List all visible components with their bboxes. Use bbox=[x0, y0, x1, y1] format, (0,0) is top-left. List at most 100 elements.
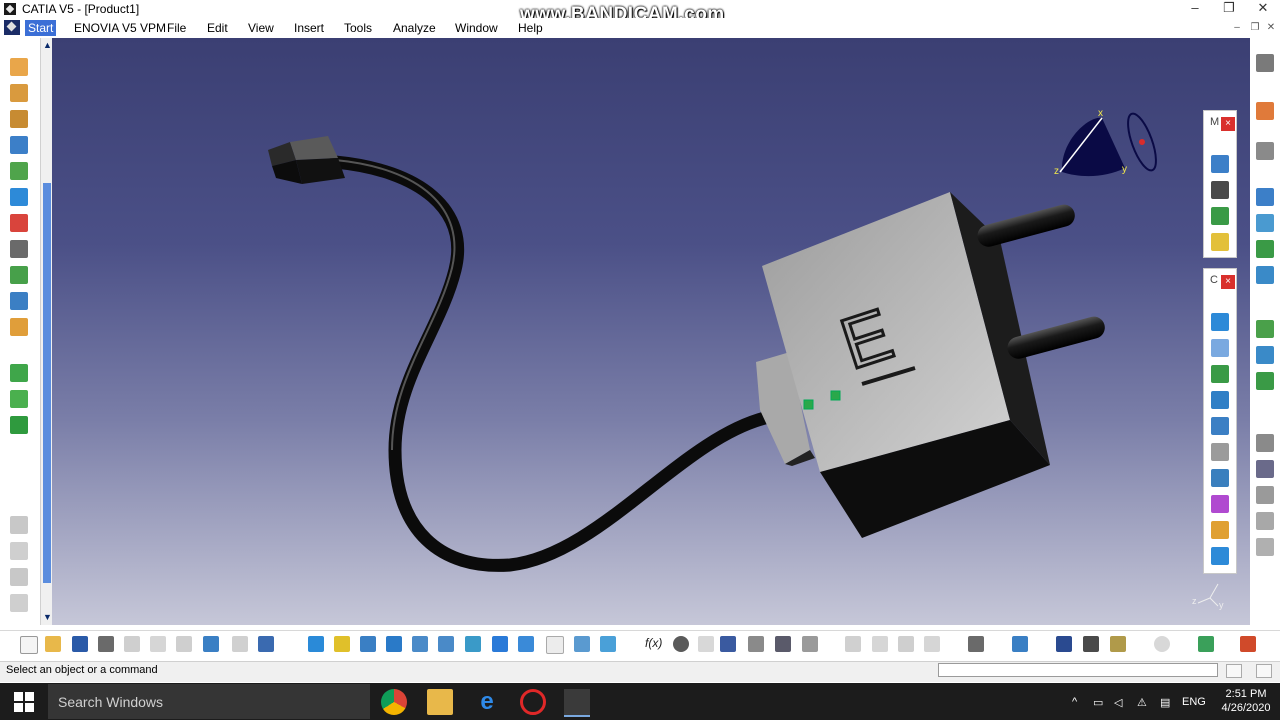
selective-load-icon[interactable] bbox=[10, 240, 28, 258]
minimize-button[interactable]: – bbox=[1180, 0, 1210, 18]
command-history-button[interactable] bbox=[1256, 664, 1272, 678]
scenes-icon[interactable] bbox=[1256, 538, 1274, 556]
hide-show-icon[interactable] bbox=[574, 636, 590, 652]
contact-constraint-icon[interactable] bbox=[10, 542, 28, 560]
update-gear-icon[interactable] bbox=[1256, 142, 1274, 160]
catalog-icon[interactable] bbox=[845, 636, 861, 652]
doc-close-button[interactable]: ✕ bbox=[1264, 22, 1278, 34]
menu-start[interactable]: Start bbox=[25, 20, 57, 36]
menu-edit[interactable]: Edit bbox=[204, 20, 231, 36]
assembly-gear-icon[interactable] bbox=[10, 58, 28, 76]
camera-icon[interactable] bbox=[968, 636, 984, 652]
swap-visible-space-icon[interactable] bbox=[600, 636, 616, 652]
redo-icon[interactable] bbox=[232, 636, 248, 652]
explode-icon[interactable] bbox=[10, 416, 28, 434]
new-component-icon[interactable] bbox=[10, 84, 28, 102]
menu-view[interactable]: View bbox=[245, 20, 277, 36]
smart-move-icon[interactable] bbox=[1211, 207, 1229, 225]
panel-move-close-button[interactable]: × bbox=[1221, 117, 1235, 131]
coincidence-constraint-icon[interactable] bbox=[10, 516, 28, 534]
menu-tools[interactable]: Tools bbox=[341, 20, 375, 36]
copy-icon[interactable] bbox=[150, 636, 166, 652]
chrome-icon[interactable] bbox=[381, 689, 407, 715]
angle-icon[interactable] bbox=[1211, 391, 1229, 409]
snap-move-icon[interactable] bbox=[1211, 181, 1229, 199]
macro-icon[interactable] bbox=[775, 636, 791, 652]
fast-multi-instantiation-icon[interactable] bbox=[10, 318, 28, 336]
scroll-up-icon[interactable]: ▲ bbox=[43, 40, 52, 50]
flag-note-icon[interactable] bbox=[1256, 486, 1274, 504]
zoom-in-icon[interactable] bbox=[412, 636, 428, 652]
tray-battery-icon[interactable]: ▭ bbox=[1093, 696, 1103, 709]
replace-component-icon[interactable] bbox=[10, 162, 28, 180]
select-arrow-icon[interactable] bbox=[1256, 102, 1274, 120]
measure-inertia-icon[interactable] bbox=[1110, 636, 1126, 652]
text-annotation-icon[interactable] bbox=[1256, 460, 1274, 478]
zoom-out-icon[interactable] bbox=[438, 636, 454, 652]
tray-network-icon[interactable]: ⚠ bbox=[1137, 696, 1147, 709]
check-icon[interactable] bbox=[802, 636, 818, 652]
change-constraint-icon[interactable] bbox=[1211, 521, 1229, 539]
manage-representations-icon[interactable] bbox=[10, 266, 28, 284]
product-structure-icon[interactable] bbox=[1256, 188, 1274, 206]
multi-instantiation-icon[interactable] bbox=[10, 292, 28, 310]
distance-icon[interactable] bbox=[1256, 372, 1274, 390]
tray-chevron-up-icon[interactable]: ^ bbox=[1072, 696, 1077, 708]
formula-icon[interactable]: f(x) bbox=[645, 636, 662, 650]
cut-icon[interactable] bbox=[124, 636, 140, 652]
bandicam-icon[interactable] bbox=[520, 689, 546, 715]
doc-restore-button[interactable]: ❐ bbox=[1248, 22, 1262, 34]
measure-between-icon[interactable] bbox=[1056, 636, 1072, 652]
manipulate-icon[interactable] bbox=[1211, 155, 1229, 173]
reconcile-icon[interactable] bbox=[898, 636, 914, 652]
new-product-icon[interactable] bbox=[10, 110, 28, 128]
tray-volume-icon[interactable]: ◁ bbox=[1114, 696, 1122, 709]
existing-component-icon[interactable] bbox=[10, 136, 28, 154]
refresh-icon[interactable] bbox=[1154, 636, 1170, 652]
view-mode-icon[interactable] bbox=[546, 636, 564, 654]
menu-window[interactable]: Window bbox=[452, 20, 501, 36]
menu-insert[interactable]: Insert bbox=[291, 20, 327, 36]
pan-icon[interactable] bbox=[360, 636, 376, 652]
explode-move-icon[interactable] bbox=[1211, 233, 1229, 251]
power-input-field[interactable] bbox=[938, 663, 1218, 677]
tray-language[interactable]: ENG bbox=[1182, 696, 1206, 708]
part-icon[interactable] bbox=[1256, 240, 1274, 258]
panel-constraints-close-button[interactable]: × bbox=[1221, 275, 1235, 289]
scrollbar-thumb[interactable] bbox=[43, 183, 51, 583]
knowledge-icon[interactable] bbox=[748, 636, 764, 652]
edge-icon[interactable]: e bbox=[474, 689, 500, 715]
catia-menu-logo-icon[interactable] bbox=[4, 20, 20, 35]
menu-enovia[interactable]: ENOVIA V5 VPM bbox=[71, 20, 169, 36]
update-all-icon[interactable] bbox=[1012, 636, 1028, 652]
command-clear-button[interactable] bbox=[1226, 664, 1242, 678]
fix-together-icon[interactable] bbox=[1211, 443, 1229, 461]
windows-start-icon[interactable] bbox=[14, 692, 34, 712]
new-document-icon[interactable] bbox=[20, 636, 38, 654]
normal-view-icon[interactable] bbox=[465, 636, 481, 652]
menu-help[interactable]: Help bbox=[515, 20, 546, 36]
navigation-icon[interactable] bbox=[872, 636, 888, 652]
menu-file[interactable]: File bbox=[164, 20, 189, 36]
measure-item-icon[interactable] bbox=[1083, 636, 1099, 652]
tray-message-icon[interactable]: ▤ bbox=[1160, 696, 1170, 709]
graph-tree-reorder-icon[interactable] bbox=[10, 188, 28, 206]
quick-constraint-icon[interactable] bbox=[1211, 469, 1229, 487]
flexible-rigid-icon[interactable] bbox=[1211, 495, 1229, 513]
menu-analyze[interactable]: Analyze bbox=[390, 20, 439, 36]
rotate-icon[interactable] bbox=[386, 636, 402, 652]
close-window-button[interactable]: ✕ bbox=[1248, 0, 1278, 18]
sectioning-icon[interactable] bbox=[1256, 346, 1274, 364]
file-explorer-icon[interactable] bbox=[427, 689, 453, 715]
parameter-icon[interactable] bbox=[698, 636, 714, 652]
catia-taskbar-icon[interactable] bbox=[564, 689, 590, 717]
manipulation-icon[interactable] bbox=[10, 364, 28, 382]
component-icon[interactable] bbox=[1256, 214, 1274, 232]
whats-this-help-icon[interactable] bbox=[258, 636, 274, 652]
weld-icon[interactable] bbox=[1256, 512, 1274, 530]
existing-product-icon[interactable] bbox=[1256, 266, 1274, 284]
save-icon[interactable] bbox=[72, 636, 88, 652]
restore-button[interactable]: ❐ bbox=[1214, 0, 1244, 18]
annotation-icon[interactable] bbox=[1256, 434, 1274, 452]
model-canvas[interactable]: E x y z z y bbox=[52, 38, 1250, 625]
